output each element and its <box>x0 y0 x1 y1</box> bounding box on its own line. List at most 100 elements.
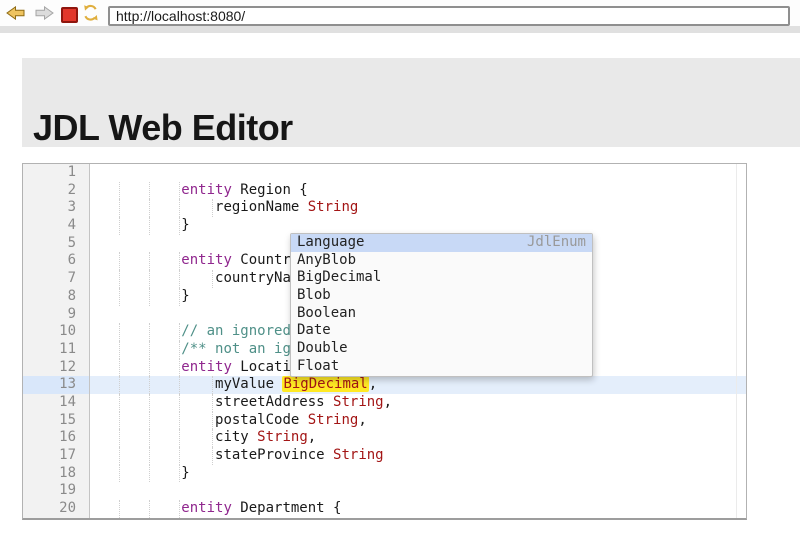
code-text: stateProvince String <box>97 447 384 463</box>
stop-icon[interactable] <box>61 7 78 23</box>
reload-icon[interactable] <box>82 4 100 27</box>
indent-guide <box>149 465 150 483</box>
code-text: entity Country { <box>97 252 316 268</box>
autocomplete-item-hint: JdlEnum <box>527 234 586 252</box>
indent-guide <box>179 394 180 412</box>
indent-guide <box>119 465 120 483</box>
code-line[interactable]: postalCode String, <box>90 412 746 430</box>
indent-guide <box>212 199 213 217</box>
indent-guide <box>149 376 150 394</box>
line-number: 12 <box>23 359 89 377</box>
indent-guide <box>212 270 213 288</box>
code-line[interactable] <box>90 164 746 182</box>
autocomplete-item[interactable]: Boolean <box>291 305 592 323</box>
indent-guide <box>149 447 150 465</box>
code-line[interactable]: entity Region { <box>90 182 746 200</box>
autocomplete-item[interactable]: AnyBlob <box>291 252 592 270</box>
line-number: 18 <box>23 465 89 483</box>
autocomplete-item[interactable]: BigDecimal <box>291 269 592 287</box>
line-number: 13 <box>23 376 89 394</box>
indent-guide <box>149 341 150 359</box>
indent-guide <box>149 359 150 377</box>
indent-guide <box>179 500 180 518</box>
code-text: entity Region { <box>97 182 308 198</box>
indent-guide <box>149 394 150 412</box>
forward-icon[interactable] <box>35 6 54 25</box>
code-text: streetAddress String, <box>97 394 392 410</box>
indent-guide <box>149 412 150 430</box>
indent-guide <box>179 465 180 483</box>
line-number: 20 <box>23 500 89 518</box>
code-text: } <box>97 465 190 481</box>
indent-guide <box>179 199 180 217</box>
indent-guide <box>119 447 120 465</box>
code-text: } <box>97 288 190 304</box>
code-line[interactable]: regionName String <box>90 199 746 217</box>
autocomplete-item-label: Boolean <box>297 305 356 323</box>
indent-guide <box>179 182 180 200</box>
code-line[interactable]: stateProvince String <box>90 447 746 465</box>
autocomplete-item-label: Language <box>297 234 364 252</box>
indent-guide <box>119 252 120 270</box>
indent-guide <box>119 376 120 394</box>
indent-guide <box>119 270 120 288</box>
autocomplete-item-label: Date <box>297 322 331 340</box>
indent-guide <box>119 429 120 447</box>
editor-scrollbar[interactable] <box>736 164 737 518</box>
code-line[interactable]: } <box>90 465 746 483</box>
jdl-code-editor[interactable]: 1234567891011121314151617181920 entity R… <box>22 163 747 520</box>
line-number-gutter: 1234567891011121314151617181920 <box>23 164 90 518</box>
line-number: 1 <box>23 164 89 182</box>
indent-guide <box>179 447 180 465</box>
indent-guide <box>119 500 120 518</box>
line-number: 10 <box>23 323 89 341</box>
indent-guide <box>119 217 120 235</box>
line-number: 5 <box>23 235 89 253</box>
indent-guide <box>149 288 150 306</box>
indent-guide <box>119 341 120 359</box>
indent-guide <box>212 447 213 465</box>
code-line[interactable]: city String, <box>90 429 746 447</box>
code-text: postalCode String, <box>97 412 367 428</box>
code-line[interactable]: streetAddress String, <box>90 394 746 412</box>
code-text: } <box>97 217 190 233</box>
autocomplete-item[interactable]: Float <box>291 358 592 376</box>
indent-guide <box>149 182 150 200</box>
line-number: 9 <box>23 306 89 324</box>
page-title: JDL Web Editor <box>33 108 293 148</box>
indent-guide <box>119 394 120 412</box>
address-bar[interactable] <box>108 6 790 26</box>
code-line[interactable]: myValue BigDecimal, <box>90 376 746 394</box>
indent-guide <box>119 199 120 217</box>
indent-guide <box>179 288 180 306</box>
indent-guide <box>119 359 120 377</box>
indent-guide <box>212 376 213 394</box>
autocomplete-item-label: Blob <box>297 287 331 305</box>
autocomplete-item[interactable]: Date <box>291 322 592 340</box>
chrome-divider-strip <box>0 26 800 33</box>
indent-guide <box>149 270 150 288</box>
line-number: 2 <box>23 182 89 200</box>
code-line[interactable]: entity Department { <box>90 500 746 518</box>
indent-guide <box>179 217 180 235</box>
line-number: 16 <box>23 429 89 447</box>
highlighted-token: BigDecimal <box>282 376 368 392</box>
autocomplete-item[interactable]: Double <box>291 340 592 358</box>
indent-guide <box>179 252 180 270</box>
autocomplete-popup[interactable]: Language JdlEnum AnyBlobBigDecimalBlobBool… <box>290 233 593 377</box>
indent-guide <box>119 412 120 430</box>
autocomplete-item[interactable]: Language JdlEnum <box>291 234 592 252</box>
indent-guide <box>149 500 150 518</box>
autocomplete-item-label: AnyBlob <box>297 252 356 270</box>
indent-guide <box>212 412 213 430</box>
indent-guide <box>149 252 150 270</box>
autocomplete-item-label: Double <box>297 340 348 358</box>
indent-guide <box>212 429 213 447</box>
indent-guide <box>119 182 120 200</box>
line-number: 17 <box>23 447 89 465</box>
autocomplete-item[interactable]: Blob <box>291 287 592 305</box>
line-number: 11 <box>23 341 89 359</box>
back-icon[interactable] <box>6 6 25 25</box>
code-text: entity Department { <box>97 500 341 516</box>
code-line[interactable] <box>90 482 746 500</box>
